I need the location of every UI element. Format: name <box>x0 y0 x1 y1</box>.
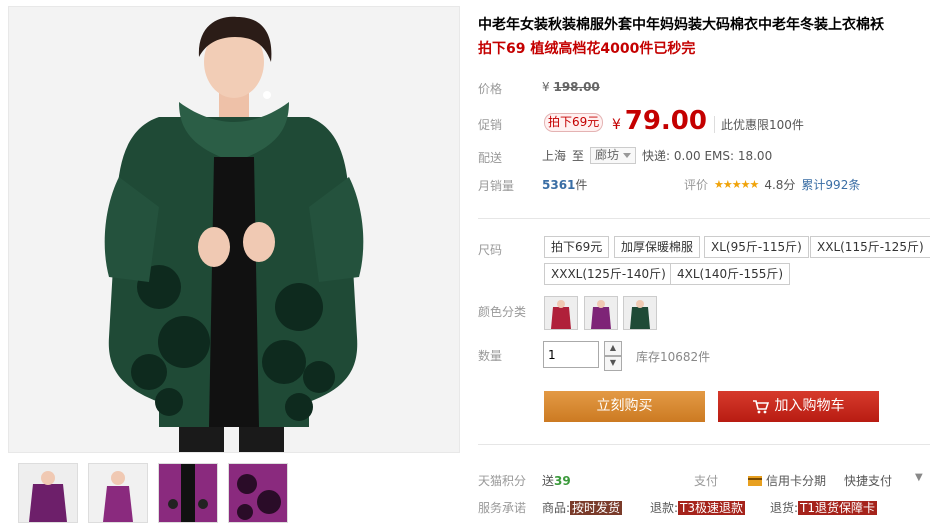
return-tag[interactable]: T1退货保障卡 <box>798 501 878 515</box>
review-count-link[interactable]: 累计992条 <box>801 176 860 193</box>
shipping-from: 上海 <box>542 149 567 163</box>
thumbnail-1[interactable] <box>18 463 78 523</box>
stock-count: 库存10682件 <box>636 350 711 364</box>
promo-price: ¥ 79.00 <box>612 106 707 136</box>
shipping-info: 上海 至 廊坊 快递: 0.00 EMS: 18.00 <box>542 147 772 164</box>
rating-score: 4.8分 <box>764 178 796 192</box>
points-prefix: 送 <box>542 474 555 488</box>
service-refund: 退款: T3极速退款 <box>650 499 746 516</box>
buy-now-button[interactable]: 立刻购买 <box>544 391 705 422</box>
service-label: 服务承诺 <box>478 501 527 515</box>
promo-currency: ¥ <box>612 117 621 133</box>
quantity-input[interactable] <box>543 341 599 368</box>
promo-limit: 此优惠限100件 <box>714 116 804 133</box>
points-value: 39 <box>554 474 571 488</box>
sales-unit: 件 <box>575 178 588 192</box>
quantity-increase-button[interactable]: ▲ <box>604 341 622 356</box>
quantity-label: 数量 <box>478 349 503 363</box>
rating-stars: ★★★★★ <box>714 178 759 191</box>
monthly-sales: 5361件 <box>542 176 587 193</box>
add-to-cart-button[interactable]: 加入购物车 <box>718 391 879 422</box>
thumbnail-strip <box>18 463 288 523</box>
credit-label: 信用卡分期 <box>766 474 827 488</box>
quick-pay[interactable]: 快捷支付 <box>844 472 892 489</box>
currency-symbol: ¥ <box>542 80 550 94</box>
size-option[interactable]: 4XL(140斤-155斤) <box>670 263 791 285</box>
color-swatch-purple[interactable] <box>584 296 618 330</box>
destination-value: 廊坊 <box>595 148 620 162</box>
destination-select[interactable]: 廊坊 <box>590 147 637 164</box>
thumbnail-2[interactable] <box>88 463 148 523</box>
promo-price-value: 79.00 <box>624 106 707 136</box>
original-price: ¥ 198.00 <box>542 80 600 94</box>
promo-tag: 拍下69元 <box>544 113 604 132</box>
thumbnail-4[interactable] <box>228 463 288 523</box>
points-info: 送39 <box>542 472 571 489</box>
size-option[interactable]: XXL(115斤-125斤) <box>810 236 930 258</box>
original-price-value: 198.00 <box>553 80 600 94</box>
goods-label: 商品: <box>542 501 571 515</box>
shipping-to-word: 至 <box>572 149 585 163</box>
refund-label: 退款: <box>650 501 679 515</box>
service-return: 退货: T1退货保障卡 <box>770 499 878 516</box>
refund-tag[interactable]: T3极速退款 <box>678 501 746 515</box>
chevron-down-icon[interactable]: ▼ <box>915 472 923 483</box>
size-option[interactable]: 拍下69元 <box>544 236 610 258</box>
divider <box>478 218 930 219</box>
goods-tag[interactable]: 按时发货 <box>570 501 623 515</box>
pay-label: 支付 <box>694 474 719 488</box>
rating-summary: 评价 ★★★★★ 4.8分 累计992条 <box>684 176 860 193</box>
chevron-down-icon <box>623 153 632 158</box>
price-label: 价格 <box>478 82 503 96</box>
sales-count: 5361 <box>542 178 576 192</box>
size-option[interactable]: XL(95斤-115斤) <box>704 236 809 258</box>
shipping-fee: 快递: 0.00 EMS: 18.00 <box>642 149 773 163</box>
sales-label: 月销量 <box>478 179 515 193</box>
credit-card-icon <box>748 475 762 486</box>
size-option[interactable]: XXXL(125斤-140斤) <box>544 263 673 285</box>
credit-installment[interactable]: 信用卡分期 <box>748 472 826 489</box>
product-subtitle: 拍下69 植绒高档花4000件已秒完 <box>478 41 696 57</box>
shipping-label: 配送 <box>478 151 503 165</box>
size-option[interactable]: 加厚保暖棉服 <box>614 236 701 258</box>
divider <box>478 444 930 445</box>
add-to-cart-label: 加入购物车 <box>774 398 845 414</box>
rating-label: 评价 <box>684 178 709 192</box>
service-goods: 商品: 按时发货 <box>542 499 623 516</box>
quantity-decrease-button[interactable]: ▼ <box>604 356 622 371</box>
thumbnail-3[interactable] <box>158 463 218 523</box>
cart-icon <box>752 399 769 413</box>
color-label: 颜色分类 <box>478 305 527 319</box>
promo-label: 促销 <box>478 118 503 132</box>
product-title: 中老年女装秋装棉服外套中年妈妈装大码棉衣中老年冬装上衣棉袄 <box>478 17 884 33</box>
main-product-image[interactable] <box>8 6 460 453</box>
points-label: 天猫积分 <box>478 474 527 488</box>
color-swatch-green[interactable] <box>623 296 657 330</box>
return-label: 退货: <box>770 501 799 515</box>
color-swatch-red[interactable] <box>544 296 578 330</box>
size-label: 尺码 <box>478 243 503 257</box>
